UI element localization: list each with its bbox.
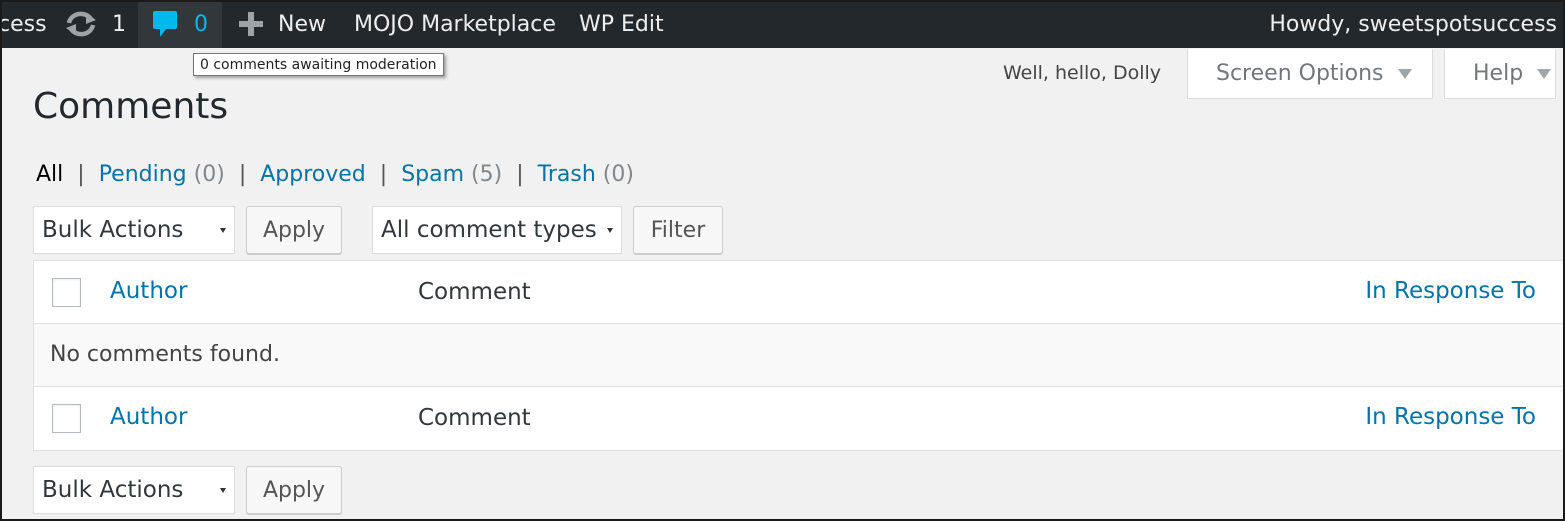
screen-options-label: Screen Options (1216, 61, 1384, 86)
page-title: Comments (33, 86, 229, 127)
filter-all[interactable]: All (36, 162, 63, 187)
refresh-icon (64, 9, 98, 39)
no-comments-message: No comments found. (50, 342, 280, 367)
wp-edit-link[interactable]: WP Edit (579, 0, 664, 48)
site-name-link[interactable]: cess (0, 0, 47, 48)
filter-trash-label: Trash (537, 162, 596, 187)
filter-pending-count: (0) (193, 162, 225, 187)
account-menu[interactable]: Howdy, sweetspotsuccess (1269, 0, 1557, 48)
response-column-header[interactable]: In Response To (1365, 278, 1536, 304)
separator: | (516, 162, 524, 187)
filter-pending-label: Pending (98, 162, 187, 187)
separator: | (238, 162, 247, 187)
filter-trash[interactable]: Trash (0) (538, 162, 634, 187)
help-button[interactable]: Help (1444, 49, 1556, 99)
wpedit-label: WP Edit (579, 11, 664, 37)
mojo-label: MOJO Marketplace (354, 11, 556, 37)
dropdown-arrow-icon (220, 228, 226, 233)
new-label: New (278, 11, 326, 37)
comments-link[interactable]: 0 (138, 0, 222, 48)
comments-count: 0 (194, 11, 208, 37)
updates-count: 1 (112, 11, 126, 37)
help-label: Help (1473, 61, 1524, 86)
filter-button[interactable]: Filter (633, 206, 723, 254)
select-all-checkbox[interactable] (52, 278, 81, 307)
comments-table: Author Comment In Response To No comment… (33, 260, 1565, 451)
bulk-actions-value: Bulk Actions (42, 477, 184, 503)
comment-column-header: Comment (418, 279, 531, 305)
author-column-header[interactable]: Author (110, 278, 187, 304)
table-footer-row: Author Comment In Response To (34, 387, 1564, 450)
bulk-actions-select-bottom[interactable]: Bulk Actions (33, 466, 235, 514)
triangle-down-icon (1397, 68, 1412, 79)
screen-options-button[interactable]: Screen Options (1187, 49, 1433, 99)
hello-dolly-text: Well, hello, Dolly (1003, 62, 1162, 84)
comment-types-select[interactable]: All comment types (372, 206, 622, 254)
response-column-footer[interactable]: In Response To (1365, 404, 1536, 430)
apply-button-top[interactable]: Apply (246, 206, 342, 254)
howdy-label: Howdy, sweetspotsuccess (1269, 11, 1557, 37)
apply-button-bottom[interactable]: Apply (246, 466, 342, 514)
dropdown-arrow-icon (607, 228, 613, 233)
site-name-label: cess (0, 11, 47, 37)
table-header-row: Author Comment In Response To (34, 261, 1564, 324)
filter-spam-label: Spam (401, 162, 465, 187)
author-column-footer[interactable]: Author (110, 404, 187, 430)
comment-column-footer: Comment (418, 405, 531, 431)
plus-icon (238, 11, 264, 37)
table-row: No comments found. (34, 324, 1564, 387)
bulk-actions-value: Bulk Actions (42, 217, 184, 243)
bulk-actions-select-top[interactable]: Bulk Actions (33, 206, 235, 254)
separator: | (379, 162, 388, 187)
filter-approved[interactable]: Approved (260, 162, 366, 187)
filter-spam-count: (5) (471, 162, 503, 187)
triangle-down-icon (1537, 68, 1552, 79)
mojo-marketplace-link[interactable]: MOJO Marketplace (354, 0, 556, 48)
status-filter-links: All | Pending (0) | Approved | Spam (5) … (36, 162, 634, 187)
new-content-link[interactable]: New (238, 0, 326, 48)
comments-tooltip: 0 comments awaiting moderation (193, 53, 444, 76)
separator: | (77, 162, 85, 187)
comment-types-value: All comment types (381, 217, 597, 243)
filter-spam[interactable]: Spam (5) (401, 162, 502, 187)
select-all-checkbox-footer[interactable] (52, 404, 81, 433)
admin-bar: cess 1 0 New MOJO Marketplace WP Edit Ho… (0, 0, 1565, 48)
filter-pending[interactable]: Pending (0) (99, 162, 225, 187)
comment-bubble-icon (152, 9, 178, 39)
dropdown-arrow-icon (220, 488, 226, 493)
updates-link[interactable]: 1 (64, 0, 126, 48)
filter-trash-count: (0) (602, 162, 634, 187)
